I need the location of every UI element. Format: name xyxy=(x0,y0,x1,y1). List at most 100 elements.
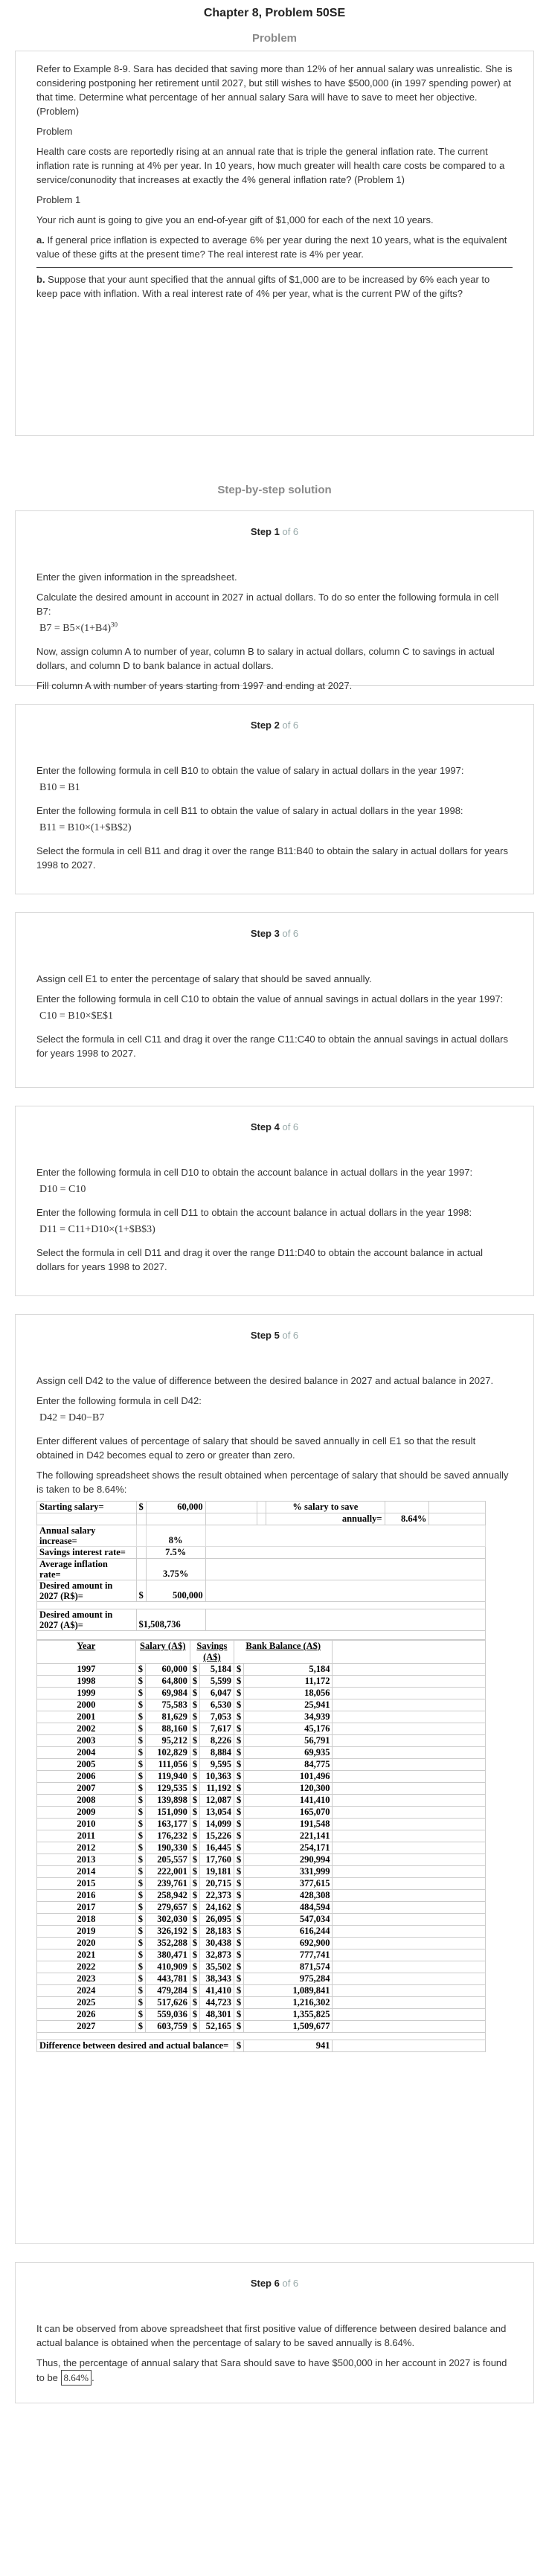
empty-cell xyxy=(332,1794,486,1807)
currency-cell: $ xyxy=(135,1734,146,1747)
year-cell: 2013 xyxy=(36,1853,136,1866)
currency-cell: $ xyxy=(189,1758,201,1771)
year-cell: 2004 xyxy=(36,1746,136,1759)
formula: C10 = B10×$E$1 xyxy=(39,1010,114,1022)
problem-text: Refer to Example 8-9. Sara has decided t… xyxy=(36,63,513,117)
currency-cell: $ xyxy=(135,1746,146,1759)
solution-heading: Step-by-step solution xyxy=(217,484,332,496)
table-row: 2012 $190,330 $16,445 $254,171 xyxy=(36,1842,486,1854)
balance-cell: 120,300 xyxy=(243,1782,333,1795)
balance-cell: 547,034 xyxy=(243,1913,333,1926)
cell: $ xyxy=(234,2040,245,2052)
currency-cell: $ xyxy=(135,1877,146,1890)
inputs-table: Starting salary= $ 60,000 % salary to sa… xyxy=(36,1501,487,1640)
currency-cell: $ xyxy=(189,1699,201,1711)
step-text: Now, assign column A to number of year, … xyxy=(36,646,495,671)
salary-cell: 603,759 xyxy=(144,2020,190,2033)
column-header: Year xyxy=(36,1640,136,1664)
currency-cell: $ xyxy=(234,1842,245,1854)
cell-label: Average inflation rate= xyxy=(36,1558,137,1580)
cell-label: Annual salary increase= xyxy=(36,1525,137,1547)
empty-cell xyxy=(332,2008,486,2021)
step-text: Enter the following formula in cell C10 … xyxy=(36,993,504,1005)
formula: D11 = C11+D10×(1+$B$3) xyxy=(39,1224,155,1235)
balance-cell: 5,184 xyxy=(243,1663,333,1676)
step-title: Step 1 of 6 xyxy=(250,526,299,537)
currency-cell: $ xyxy=(234,1877,245,1890)
table-row: 2003 $95,212 $8,226 $56,791 xyxy=(36,1734,486,1747)
cell-value: 7.5% xyxy=(145,1546,206,1559)
currency-cell: $ xyxy=(189,1663,201,1676)
currency-cell: $ xyxy=(189,1794,201,1807)
currency-cell: $ xyxy=(135,1687,146,1699)
balance-cell: 331,999 xyxy=(243,1865,333,1878)
empty-cell xyxy=(332,1830,486,1842)
currency-cell: $ xyxy=(189,1734,201,1747)
table-row: 2007 $129,535 $11,192 $120,300 xyxy=(36,1782,486,1795)
savings-cell: 30,438 xyxy=(199,1937,235,1949)
salary-cell: 69,984 xyxy=(144,1687,190,1699)
currency-cell: $ xyxy=(189,1937,201,1949)
table-row: 1998 $64,800 $5,599 $11,172 xyxy=(36,1675,486,1688)
year-cell: 2006 xyxy=(36,1770,136,1783)
savings-cell: 12,087 xyxy=(199,1794,235,1807)
currency-cell: $ xyxy=(234,1687,245,1699)
empty-cell xyxy=(332,1901,486,1914)
step-text: Enter the following formula in cell D11 … xyxy=(36,1207,472,1218)
currency-cell: $ xyxy=(234,1949,245,1961)
currency-cell: $ xyxy=(189,1949,201,1961)
table-row: 2018 $302,030 $26,095 $547,034 xyxy=(36,1913,486,1926)
balance-cell: 101,496 xyxy=(243,1770,333,1783)
salary-cell: 176,232 xyxy=(144,1830,190,1842)
currency-cell: $ xyxy=(234,1794,245,1807)
currency-cell: $ xyxy=(234,1699,245,1711)
step-card: Step 2 of 6 Enter the following formula … xyxy=(15,704,534,894)
savings-cell: 13,054 xyxy=(199,1806,235,1819)
savings-cell: 28,183 xyxy=(199,1925,235,1938)
salary-cell: 75,583 xyxy=(144,1699,190,1711)
table-row: 2022 $410,909 $35,502 $871,574 xyxy=(36,1961,486,1973)
currency-cell: $ xyxy=(189,1865,201,1878)
year-cell: 2019 xyxy=(36,1925,136,1938)
currency-cell: $ xyxy=(189,1746,201,1759)
savings-cell: 6,047 xyxy=(199,1687,235,1699)
balance-cell: 692,900 xyxy=(243,1937,333,1949)
problem-part-b: b. Suppose that your aunt specified that… xyxy=(36,274,490,299)
currency-cell: $ xyxy=(189,1853,201,1866)
currency-cell: $ xyxy=(189,1842,201,1854)
table-row: 1999 $69,984 $6,047 $18,056 xyxy=(36,1687,486,1699)
step-text: Assign cell E1 to enter the percentage o… xyxy=(36,973,372,984)
step-text: Assign cell D42 to the value of differen… xyxy=(36,1375,494,1386)
year-cell: 2021 xyxy=(36,1949,136,1961)
currency-cell: $ xyxy=(189,1830,201,1842)
cell-label: % salary to save xyxy=(266,1501,385,1513)
year-cell: 2003 xyxy=(36,1734,136,1747)
savings-cell: 5,184 xyxy=(199,1663,235,1676)
step-text: Enter the following formula in cell D42: xyxy=(36,1395,202,1406)
empty-cell xyxy=(332,1818,486,1830)
savings-cell: 44,723 xyxy=(199,1996,235,2009)
answer-box: 8.64% xyxy=(60,2370,92,2386)
empty-cell xyxy=(332,1770,486,1783)
salary-cell: 352,288 xyxy=(144,1937,190,1949)
salary-cell: 205,557 xyxy=(144,1853,190,1866)
currency-cell: $ xyxy=(189,1723,201,1735)
table-row: 2006 $119,940 $10,363 $101,496 xyxy=(36,1770,486,1783)
formula: D42 = D40−B7 xyxy=(39,1412,105,1423)
table-row: 2001 $81,629 $7,053 $34,939 xyxy=(36,1711,486,1723)
year-cell: 2015 xyxy=(36,1877,136,1890)
savings-cell: 19,181 xyxy=(199,1865,235,1878)
cell-label: Desired amount in 2027 (R$)= xyxy=(36,1580,137,1602)
currency-cell: $ xyxy=(135,1806,146,1819)
balance-cell: 18,056 xyxy=(243,1687,333,1699)
balance-cell: 1,089,841 xyxy=(243,1984,333,1997)
currency-cell: $ xyxy=(234,1734,245,1747)
savings-cell: 9,595 xyxy=(199,1758,235,1771)
currency-cell: $ xyxy=(135,1842,146,1854)
currency-cell: $ xyxy=(135,1865,146,1878)
currency-cell: $ xyxy=(135,1663,146,1676)
savings-cell: 10,363 xyxy=(199,1770,235,1783)
table-row: 2011 $176,232 $15,226 $221,141 xyxy=(36,1830,486,1842)
step-text: The following spreadsheet shows the resu… xyxy=(36,1470,509,1495)
empty-cell xyxy=(332,1877,486,1890)
